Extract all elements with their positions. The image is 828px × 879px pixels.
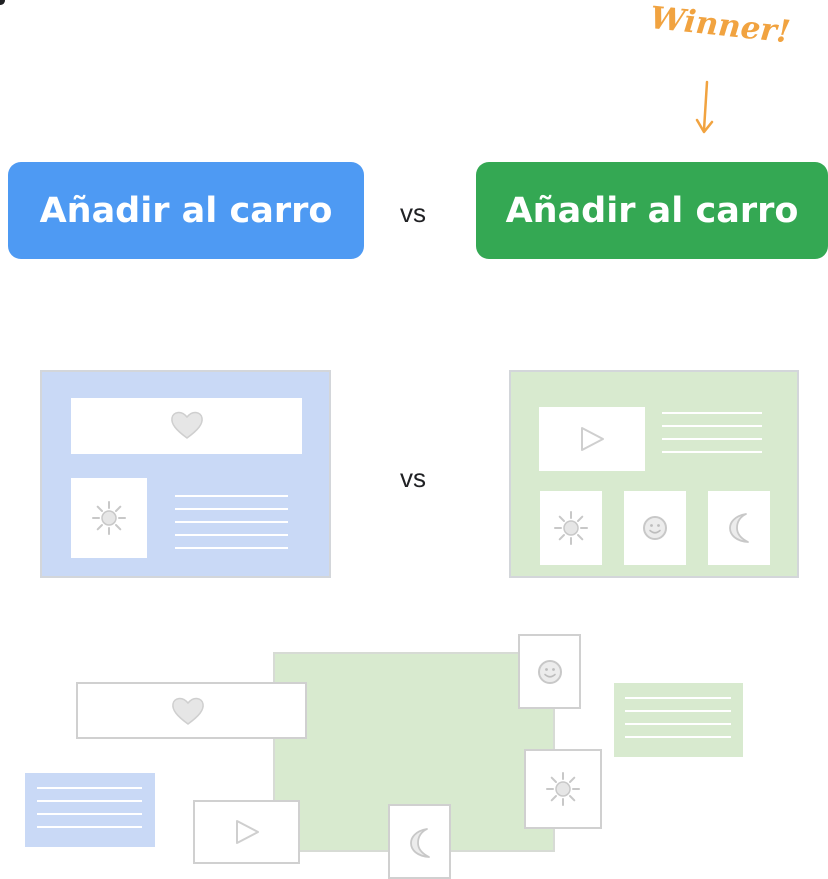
heart-icon xyxy=(171,411,203,439)
text-line xyxy=(37,787,142,789)
sun-card xyxy=(540,491,602,565)
play-icon xyxy=(581,427,604,451)
add-to-cart-button-variant-a[interactable]: Añadir al carro xyxy=(8,162,364,259)
smiley-card-scattered xyxy=(518,634,581,709)
vs-label-top: vs xyxy=(400,198,426,228)
text-block-green xyxy=(614,683,743,757)
sun-icon xyxy=(92,501,126,535)
text-line xyxy=(37,826,142,828)
smiley-icon xyxy=(538,660,562,684)
text-line xyxy=(175,521,288,523)
text-line xyxy=(37,813,142,815)
video-card xyxy=(539,407,645,471)
text-line xyxy=(175,495,288,497)
text-line xyxy=(662,438,762,440)
moon-icon xyxy=(410,828,430,858)
layout-variant-a xyxy=(40,370,331,578)
smiley-card xyxy=(624,491,686,565)
video-card-scattered xyxy=(193,800,300,864)
moon-card xyxy=(708,491,770,565)
text-line xyxy=(662,425,762,427)
layout-variant-b xyxy=(509,370,799,578)
text-line xyxy=(37,800,142,802)
text-line xyxy=(175,547,288,549)
sun-card xyxy=(71,478,147,558)
text-line xyxy=(625,723,731,725)
heart-card-scattered xyxy=(76,682,307,739)
text-line xyxy=(625,736,731,738)
vs-label-middle: vs xyxy=(400,463,426,493)
moon-card-scattered xyxy=(388,804,451,879)
play-icon xyxy=(236,820,259,844)
sun-icon xyxy=(554,511,588,545)
text-line xyxy=(662,451,762,453)
heart-icon xyxy=(172,697,204,725)
heart-card xyxy=(71,398,302,454)
text-block-blue xyxy=(25,773,155,847)
add-to-cart-button-variant-b[interactable]: Añadir al carro xyxy=(476,162,828,259)
sun-card-scattered xyxy=(524,749,602,829)
winner-arrow-icon xyxy=(695,80,714,134)
text-line xyxy=(625,697,731,699)
dot-marker xyxy=(0,0,5,5)
text-line xyxy=(662,412,762,414)
smiley-icon xyxy=(643,516,667,540)
text-line xyxy=(175,534,288,536)
text-line xyxy=(625,710,731,712)
sun-icon xyxy=(546,772,580,806)
winner-note: Winner! xyxy=(648,0,793,51)
moon-icon xyxy=(729,513,749,543)
text-line xyxy=(175,508,288,510)
